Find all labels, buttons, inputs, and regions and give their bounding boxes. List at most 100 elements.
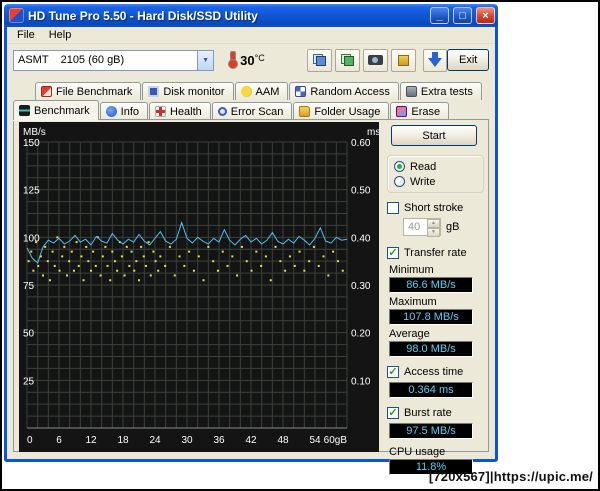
disk-monitor-tab-icon xyxy=(148,86,159,97)
svg-text:75: 75 xyxy=(23,281,35,292)
svg-text:48: 48 xyxy=(277,435,289,446)
watermark: [720x567]|https://upic.me/ xyxy=(429,469,593,484)
thermometer-icon xyxy=(228,51,236,69)
toolbar: ASMT 2105 (60 gB) ▼ 30°C Exit xyxy=(7,44,495,76)
screenshot-canvas: HD Tune Pro 5.50 - Hard Disk/SSD Utility… xyxy=(0,0,600,491)
svg-text:6: 6 xyxy=(56,435,62,446)
short-stroke-size-input[interactable]: 40 ▲ ▼ xyxy=(403,218,441,236)
menu-file[interactable]: File xyxy=(10,28,42,42)
svg-text:ms: ms xyxy=(367,127,379,138)
checkbox-checked-icon: ✓ xyxy=(387,247,399,259)
window-title: HD Tune Pro 5.50 - Hard Disk/SSD Utility xyxy=(28,9,426,23)
svg-text:0: 0 xyxy=(27,435,33,446)
menu-bar: File Help xyxy=(7,27,495,44)
svg-text:0.50: 0.50 xyxy=(351,186,371,197)
title-bar[interactable]: HD Tune Pro 5.50 - Hard Disk/SSD Utility… xyxy=(4,4,498,27)
read-write-group: Read Write xyxy=(387,155,484,193)
extra-tests-tab-icon xyxy=(406,86,417,97)
tab-disk-monitor[interactable]: Disk monitor xyxy=(142,82,233,100)
random-access-tab-icon xyxy=(295,86,306,97)
average-value: 98.0 MB/s xyxy=(389,341,473,357)
start-button[interactable]: Start xyxy=(391,125,477,146)
svg-text:30: 30 xyxy=(181,435,193,446)
folder-usage-tab-icon xyxy=(299,106,310,117)
maximum-label: Maximum xyxy=(389,296,484,308)
tab-benchmark[interactable]: Benchmark xyxy=(13,100,99,120)
health-tab-icon xyxy=(155,106,166,117)
read-radio[interactable]: Read xyxy=(394,159,477,174)
tab-row-bottom: Benchmark Info Health Error Scan Folder … xyxy=(13,100,489,120)
tab-health[interactable]: Health xyxy=(149,102,211,120)
svg-text:54: 54 xyxy=(309,435,321,446)
radio-unselected-icon xyxy=(394,176,405,187)
chevron-down-icon[interactable]: ▼ xyxy=(197,51,213,70)
svg-text:0.40: 0.40 xyxy=(351,233,371,244)
maximum-value: 107.8 MB/s xyxy=(389,309,473,325)
benchmark-chart: MB/sms1501251007550250.600.500.400.300.2… xyxy=(19,122,379,452)
export-results-button[interactable] xyxy=(423,49,448,72)
svg-text:12: 12 xyxy=(85,435,97,446)
burst-rate-checkbox[interactable]: ✓ Burst rate xyxy=(387,405,484,421)
svg-text:36: 36 xyxy=(213,435,225,446)
app-icon xyxy=(9,8,24,23)
tab-control: File Benchmark Disk monitor AAM Random A… xyxy=(13,81,489,452)
access-time-checkbox[interactable]: ✓ Access time xyxy=(387,364,484,380)
tab-erase[interactable]: Erase xyxy=(390,102,449,120)
average-label: Average xyxy=(389,328,484,340)
save-image-button[interactable] xyxy=(391,49,416,72)
svg-text:MB/s: MB/s xyxy=(23,127,46,138)
tab-extra-tests[interactable]: Extra tests xyxy=(400,82,482,100)
svg-text:24: 24 xyxy=(149,435,161,446)
tab-aam[interactable]: AAM xyxy=(235,82,289,100)
maximize-button[interactable]: □ xyxy=(453,7,472,24)
cpu-usage-label: CPU usage xyxy=(389,446,484,458)
svg-text:60gB: 60gB xyxy=(324,435,348,446)
tab-info[interactable]: Info xyxy=(100,102,148,120)
svg-text:18: 18 xyxy=(117,435,129,446)
svg-text:0.10: 0.10 xyxy=(351,376,371,387)
drive-selector[interactable]: ASMT 2105 (60 gB) ▼ xyxy=(13,50,214,71)
file-benchmark-tab-icon xyxy=(41,86,52,97)
svg-text:100: 100 xyxy=(23,233,40,244)
minimum-label: Minimum xyxy=(389,264,484,276)
menu-help[interactable]: Help xyxy=(42,28,79,42)
tab-random-access[interactable]: Random Access xyxy=(289,82,398,100)
erase-tab-icon xyxy=(396,106,407,117)
svg-text:0.20: 0.20 xyxy=(351,329,371,340)
minimize-button[interactable]: _ xyxy=(430,7,449,24)
spinner-up-icon[interactable]: ▲ xyxy=(427,219,440,228)
info-tab-icon xyxy=(106,106,117,117)
checkbox-checked-icon: ✓ xyxy=(387,407,399,419)
checkbox-unchecked-icon xyxy=(387,202,399,214)
error-scan-tab-icon xyxy=(218,107,227,116)
close-button[interactable]: × xyxy=(476,7,495,24)
copy-image-icon xyxy=(313,54,326,66)
svg-text:25: 25 xyxy=(23,376,35,387)
write-radio[interactable]: Write xyxy=(394,174,477,189)
spinner-down-icon[interactable]: ▼ xyxy=(427,228,440,237)
transfer-rate-checkbox[interactable]: ✓ Transfer rate xyxy=(387,245,484,261)
tab-folder-usage[interactable]: Folder Usage xyxy=(293,102,389,120)
temperature-display: 30°C xyxy=(240,53,265,68)
svg-text:150: 150 xyxy=(23,138,40,149)
exit-button[interactable]: Exit xyxy=(447,49,489,71)
tab-file-benchmark[interactable]: File Benchmark xyxy=(35,82,141,100)
benchmark-tab-page: MB/sms1501251007550250.600.500.400.300.2… xyxy=(13,119,489,452)
screenshot-button[interactable] xyxy=(363,49,388,72)
spinner-buttons[interactable]: ▲ ▼ xyxy=(427,219,440,235)
short-stroke-checkbox[interactable]: Short stroke xyxy=(387,200,484,216)
copy-text-icon xyxy=(341,54,354,66)
svg-text:0.60: 0.60 xyxy=(351,138,371,149)
tab-error-scan[interactable]: Error Scan xyxy=(212,102,293,120)
minimum-value: 86.6 MB/s xyxy=(389,277,473,293)
benchmark-panel: Start Read Write Short stroke xyxy=(387,123,484,449)
svg-text:0.30: 0.30 xyxy=(351,281,371,292)
svg-text:42: 42 xyxy=(245,435,257,446)
aam-tab-icon xyxy=(241,86,252,97)
burst-rate-value: 97.5 MB/s xyxy=(389,423,473,439)
copy-text-button[interactable] xyxy=(335,49,360,72)
access-time-value: 0.364 ms xyxy=(389,382,473,398)
radio-selected-icon xyxy=(394,161,405,172)
benchmark-tab-icon xyxy=(19,105,30,116)
copy-image-button[interactable] xyxy=(307,49,332,72)
